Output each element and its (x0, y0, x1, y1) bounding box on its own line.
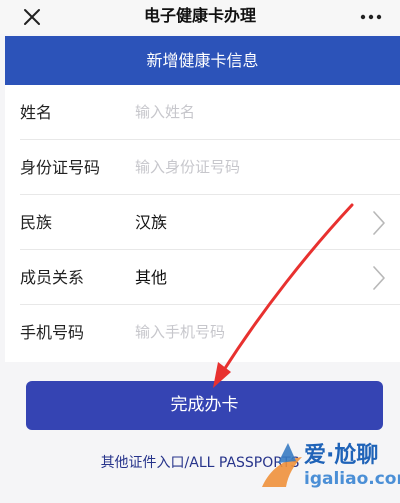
titlebar: 电子健康卡办理 (0, 0, 400, 34)
name-input[interactable]: 输入姓名 (135, 85, 195, 140)
id-number-field-row[interactable]: 身份证号码 输入身份证号码 (5, 140, 400, 195)
name-label: 姓名 (20, 103, 53, 122)
page: 电子健康卡办理 新增健康卡信息 姓名 输入姓名 身份证号码 输入身份证号码 民族… (0, 0, 400, 503)
form-header-banner: 新增健康卡信息 (5, 36, 400, 85)
name-field-row[interactable]: 姓名 输入姓名 (5, 85, 400, 140)
relationship-select-row[interactable]: 成员关系 其他 (5, 250, 400, 305)
id-number-label: 身份证号码 (20, 158, 101, 177)
watermark-url: igaliao.com (304, 469, 400, 489)
ethnicity-select-row[interactable]: 民族 汉族 (5, 195, 400, 250)
page-title: 电子健康卡办理 (143, 6, 256, 25)
other-id-entry-link[interactable]: 其他证件入口/ALL PASSPORTS (0, 452, 400, 472)
phone-field-row[interactable]: 手机号码 输入手机号码 (5, 305, 400, 360)
relationship-label: 成员关系 (20, 268, 85, 287)
chevron-right-icon[interactable] (372, 210, 386, 236)
id-number-input[interactable]: 输入身份证号码 (135, 140, 240, 195)
chevron-right-icon[interactable] (372, 265, 386, 291)
health-card-form: 姓名 输入姓名 身份证号码 输入身份证号码 民族 汉族 成员关系 其他 手机号码… (5, 85, 400, 362)
ethnicity-label: 民族 (20, 213, 53, 232)
relationship-value[interactable]: 其他 (135, 250, 167, 305)
phone-input[interactable]: 输入手机号码 (135, 305, 225, 360)
ethnicity-value[interactable]: 汉族 (135, 195, 167, 250)
more-icon[interactable] (360, 10, 382, 24)
complete-card-button[interactable]: 完成办卡 (26, 381, 383, 430)
phone-label: 手机号码 (20, 323, 85, 342)
